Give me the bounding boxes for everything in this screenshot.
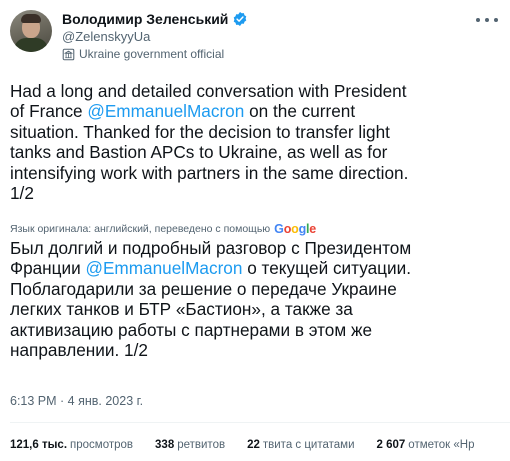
google-logo: Google bbox=[274, 222, 317, 236]
author-name-row[interactable]: Володимир Зеленський bbox=[62, 11, 248, 27]
text-segment: Поблагодарили за решение о передаче Укра… bbox=[10, 278, 397, 299]
stat-count: 121,6 тыс. bbox=[10, 439, 68, 451]
text-segment: Франции bbox=[10, 258, 86, 279]
translated-text-line: Был долгий и подробный разговор с Презид… bbox=[10, 238, 506, 258]
stat-count: 22 bbox=[247, 439, 260, 451]
translated-text-line: направлении. 1/2 bbox=[10, 340, 506, 360]
text-segment: of France bbox=[10, 101, 88, 122]
translated-text: Был долгий и подробный разговор с Презид… bbox=[10, 238, 506, 360]
tweet-timestamp[interactable]: 6:13 PM · 4 янв. 2023 г. bbox=[10, 394, 143, 408]
stat-label: отметок «Нр bbox=[408, 439, 475, 451]
stat-label: ретвитов bbox=[177, 439, 226, 451]
text-segment: активизацию работы с партнерами в этом ж… bbox=[10, 319, 373, 340]
text-segment: tanks and Bastion APCs to Ukraine, as we… bbox=[10, 142, 388, 163]
tweet-text-line: tanks and Bastion APCs to Ukraine, as we… bbox=[10, 142, 506, 162]
tweet-text-line: intensifying work with partners in the s… bbox=[10, 163, 506, 183]
engagement-stats: 121,6 тыс. просмотров 338 ретвитов 22 твита с… bbox=[10, 439, 496, 451]
text-segment: Был долгий и подробный разговор с Презид… bbox=[10, 238, 412, 258]
translated-text-line: легких танков и БТР «Бастион», а также з… bbox=[10, 299, 506, 319]
government-label: Ukraine government official bbox=[79, 47, 225, 61]
author-display-name[interactable]: Володимир Зеленський bbox=[62, 11, 228, 27]
tweet-text: Had a long and detailed conversation wit… bbox=[10, 81, 506, 203]
mention-link[interactable]: @EmmanuelMacron bbox=[87, 101, 244, 121]
government-label-row: Ukraine government official bbox=[62, 47, 224, 61]
text-segment: 1/2 bbox=[10, 183, 34, 204]
translated-text-line: активизацию работы с партнерами в этом ж… bbox=[10, 320, 506, 340]
stat-item[interactable]: 2 607 отметок «Нр bbox=[377, 439, 475, 451]
text-segment: situation. Thanked for the decision to t… bbox=[10, 121, 390, 142]
stat-label: просмотров bbox=[70, 439, 134, 451]
mention-link[interactable]: @EmmanuelMacron bbox=[86, 258, 243, 278]
government-building-icon bbox=[62, 48, 75, 60]
author-handle[interactable]: @ZelenskyyUa bbox=[62, 29, 150, 44]
stat-item[interactable]: 22 твита с цитатами bbox=[247, 439, 354, 451]
tweet-card: Володимир Зеленський @ZelenskyyUa Ukrain… bbox=[0, 0, 510, 461]
tweet-text-line: 1/2 bbox=[10, 183, 506, 203]
stat-label: твита с цитатами bbox=[262, 439, 355, 451]
text-segment: intensifying work with partners in the s… bbox=[10, 162, 409, 183]
tweet-text-line: of France @EmmanuelMacron on the current bbox=[10, 101, 506, 121]
avatar[interactable] bbox=[10, 10, 52, 52]
translation-note: Язык оригинала: английский, переведено с… bbox=[10, 223, 271, 235]
stat-count: 2 607 bbox=[376, 439, 406, 451]
tweet-text-line: situation. Thanked for the decision to t… bbox=[10, 122, 506, 142]
verified-badge-icon bbox=[234, 12, 247, 26]
more-options-icon[interactable] bbox=[476, 14, 498, 26]
stat-item[interactable]: 338 ретвитов bbox=[155, 439, 225, 451]
text-segment: легких танков и БТР «Бастион», а также з… bbox=[10, 299, 353, 320]
translated-text-line: Поблагодарили за решение о передаче Укра… bbox=[10, 279, 506, 299]
tweet-text-line: Had a long and detailed conversation wit… bbox=[10, 81, 506, 101]
translated-text-line: Франции @EmmanuelMacron о текущей ситуац… bbox=[10, 258, 506, 278]
divider bbox=[10, 422, 510, 423]
text-segment: направлении. 1/2 bbox=[10, 340, 148, 361]
text-segment: on the current bbox=[244, 101, 356, 122]
text-segment: Had a long and detailed conversation wit… bbox=[10, 81, 407, 101]
translation-note-row: Язык оригинала: английский, переведено с… bbox=[10, 222, 316, 236]
text-segment: о текущей ситуации. bbox=[242, 258, 411, 279]
stat-count: 338 bbox=[155, 439, 175, 451]
stat-item[interactable]: 121,6 тыс. просмотров bbox=[10, 439, 133, 451]
